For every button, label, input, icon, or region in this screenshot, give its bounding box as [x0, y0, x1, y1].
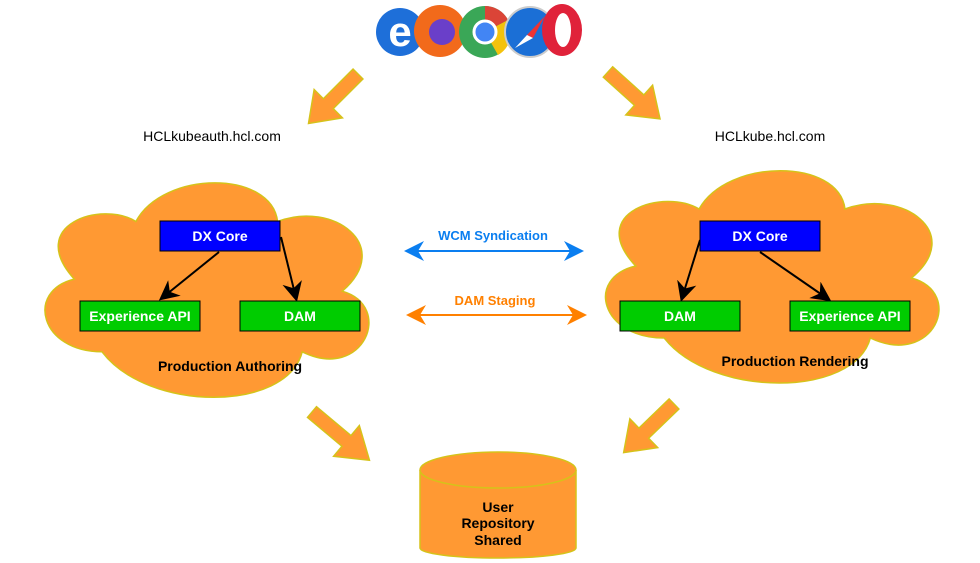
- ie-letter: e: [388, 8, 411, 55]
- cylinder-top: [419, 451, 577, 489]
- cloud-production-rendering: DX Core DAM Experience API Production Re…: [604, 170, 940, 384]
- chrome-center: [472, 19, 498, 45]
- node-experience-api-label: Experience API: [89, 308, 190, 324]
- host-rendering: HCLkube.hcl.com: [715, 128, 826, 144]
- arrow-rendering-to-repository: [622, 397, 680, 454]
- wcm-syndication-label: WCM Syndication: [438, 228, 548, 243]
- architecture-diagram: e HCLkubeauth.hcl.com HCLkube.hcl.com DX…: [44, 4, 940, 559]
- node-experience-api-label: Experience API: [799, 308, 900, 324]
- node-dx-core-label: DX Core: [732, 228, 787, 244]
- opera-hole: [555, 13, 571, 47]
- arrow-authoring-to-repository: [306, 405, 371, 462]
- cloud-shape: [604, 170, 940, 384]
- cloud-production-authoring: DX Core Experience API DAM Production Au…: [44, 182, 370, 398]
- firefox-globe: [429, 19, 455, 45]
- node-dx-core-label: DX Core: [192, 228, 247, 244]
- arrow-browser-to-rendering: [602, 65, 661, 120]
- dam-staging-label: DAM Staging: [455, 293, 536, 308]
- node-dam-label: DAM: [284, 308, 316, 324]
- host-authoring: HCLkubeauth.hcl.com: [143, 128, 281, 144]
- browser-logos: e: [376, 4, 582, 58]
- repository-label-line2: Repository: [461, 515, 534, 531]
- arrow-browser-to-authoring: [307, 67, 365, 125]
- repository-label-line1: User: [482, 499, 514, 515]
- cloud-label: Production Authoring: [158, 358, 302, 374]
- cloud-label: Production Rendering: [722, 353, 869, 369]
- repository-label-line3: Shared: [474, 532, 521, 548]
- node-dam-label: DAM: [664, 308, 696, 324]
- user-repository-database: User Repository Shared: [419, 451, 577, 559]
